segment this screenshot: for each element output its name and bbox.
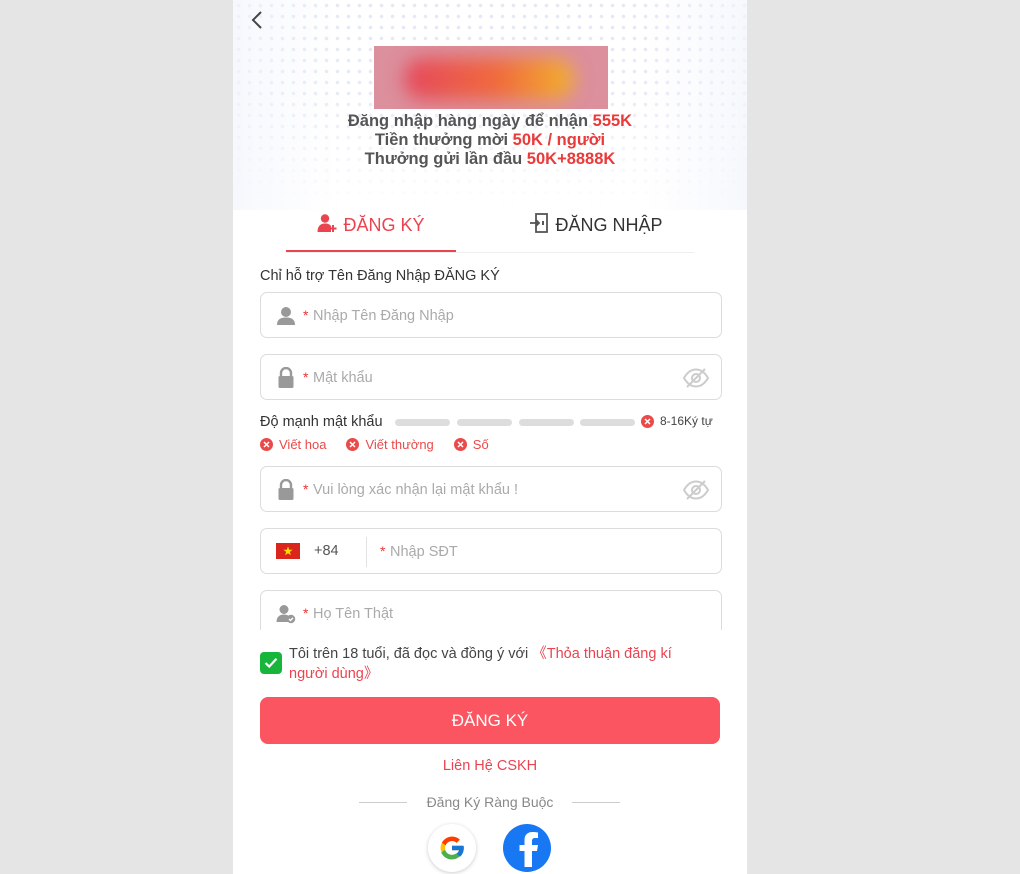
promo-value-1: 555K bbox=[592, 112, 633, 130]
username-field[interactable]: * bbox=[260, 292, 722, 339]
promo-value-2: 50K / người bbox=[512, 131, 606, 149]
length-rule-text: 8-16Ký tự bbox=[660, 414, 713, 428]
realname-input[interactable] bbox=[311, 591, 675, 637]
required-mark: * bbox=[303, 481, 309, 497]
confirm-password-field[interactable]: * bbox=[260, 466, 722, 513]
promo-line-3: Thưởng gửi lần đầu 50K+8888K bbox=[364, 150, 616, 168]
realname-field[interactable]: * bbox=[260, 590, 722, 637]
password-rules: Viết hoa Viết thường Số bbox=[260, 437, 509, 452]
x-circle-icon bbox=[260, 438, 273, 451]
user-icon bbox=[275, 305, 297, 327]
tab-login-label: ĐĂNG NHẬP bbox=[555, 215, 663, 235]
register-submit-button[interactable]: ĐĂNG KÝ bbox=[260, 697, 720, 744]
password-field[interactable]: * bbox=[260, 354, 722, 401]
register-page: Đăng nhập hàng ngày để nhận 555K Tiền th… bbox=[233, 0, 747, 874]
x-circle-icon bbox=[346, 438, 360, 451]
back-icon[interactable] bbox=[245, 8, 269, 32]
bind-register-label: Đăng Ký Ràng Buộc bbox=[426, 794, 554, 810]
strength-bar-3 bbox=[519, 419, 574, 426]
divider-line bbox=[572, 802, 620, 803]
tab-login[interactable]: ĐĂNG NHẬP bbox=[506, 200, 686, 251]
password-input[interactable] bbox=[311, 355, 675, 401]
required-mark: * bbox=[303, 369, 309, 385]
eye-off-icon[interactable] bbox=[683, 366, 709, 390]
user-verified-icon bbox=[275, 603, 297, 625]
google-icon[interactable] bbox=[428, 824, 476, 872]
username-input[interactable] bbox=[311, 293, 675, 339]
rule-lowercase: Viết thường bbox=[346, 437, 434, 452]
promo-text: Đăng nhập hàng ngày để nhận 555K Tiền th… bbox=[233, 112, 747, 169]
auth-tabs: ĐĂNG KÝ ĐĂNG NHẬP bbox=[286, 200, 694, 253]
confirm-password-input[interactable] bbox=[311, 467, 675, 513]
facebook-icon[interactable] bbox=[503, 824, 551, 872]
lock-icon bbox=[275, 479, 297, 501]
lock-icon bbox=[275, 367, 297, 389]
contact-support-link[interactable]: Liên Hệ CSKH bbox=[233, 758, 747, 774]
agreement-checkbox[interactable] bbox=[260, 652, 282, 674]
promo-line-2: Tiền thưởng mời 50K / người bbox=[374, 131, 606, 149]
password-strength-label: Độ mạnh mật khẩu bbox=[260, 414, 383, 430]
eye-off-icon[interactable] bbox=[683, 478, 709, 502]
x-circle-icon bbox=[641, 414, 654, 428]
tab-register-label: ĐĂNG KÝ bbox=[343, 214, 425, 235]
brand-logo-blurred bbox=[374, 46, 608, 109]
door-login-icon bbox=[529, 213, 555, 238]
support-note: Chỉ hỗ trợ Tên Đăng Nhập ĐĂNG KÝ bbox=[260, 268, 500, 284]
country-code[interactable]: +84 bbox=[314, 543, 339, 559]
tab-register[interactable]: ĐĂNG KÝ bbox=[286, 200, 456, 252]
phone-input[interactable] bbox=[388, 529, 692, 575]
user-add-icon bbox=[317, 213, 343, 238]
agreement-text: Tôi trên 18 tuổi, đã đọc và đồng ý với bbox=[289, 646, 533, 662]
rule-number: Số bbox=[453, 437, 489, 452]
required-mark: * bbox=[380, 543, 386, 559]
required-mark: * bbox=[303, 605, 309, 621]
strength-bar-1 bbox=[395, 419, 450, 426]
x-circle-icon bbox=[453, 438, 467, 451]
strength-bar-4 bbox=[580, 419, 635, 426]
promo-value-3: 50K+8888K bbox=[526, 150, 616, 168]
promo-line-1: Đăng nhập hàng ngày để nhận 555K bbox=[347, 112, 633, 130]
vietnam-flag-icon[interactable] bbox=[276, 543, 300, 559]
length-rule: 8-16Ký tự bbox=[641, 414, 713, 428]
rule-uppercase: Viết hoa bbox=[260, 437, 326, 452]
phone-field[interactable]: +84 * bbox=[260, 528, 722, 575]
required-mark: * bbox=[303, 307, 309, 323]
strength-bar-2 bbox=[457, 419, 512, 426]
